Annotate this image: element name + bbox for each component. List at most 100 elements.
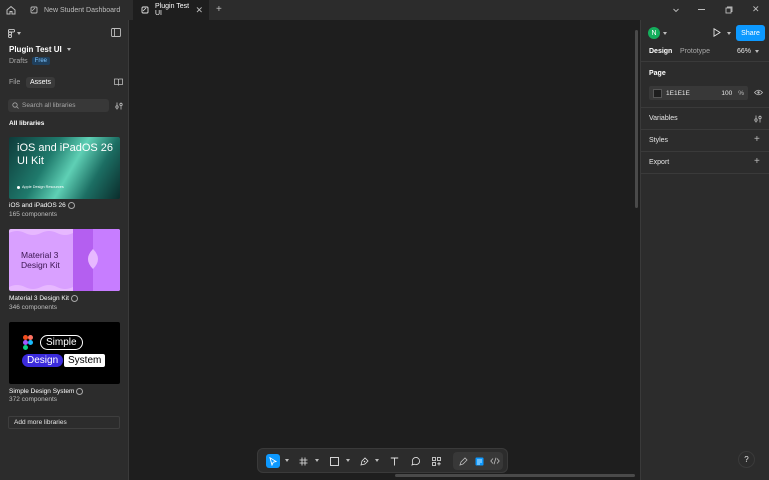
tab-plugin-test-ui[interactable]: Plugin Test UI ✕ [133, 0, 209, 20]
page-opacity-value[interactable]: 100 [721, 90, 732, 97]
divider [641, 173, 769, 174]
color-swatch[interactable] [653, 88, 662, 98]
variables-section[interactable]: Variables [649, 115, 678, 122]
actions-tool-button[interactable] [429, 454, 443, 468]
file-location: Drafts Free [9, 57, 51, 65]
frame-tool-button[interactable] [296, 454, 310, 468]
bottom-toolbar [257, 448, 508, 473]
thumbnail-caption: Apple Design Resources [22, 185, 64, 189]
eye-icon[interactable] [754, 89, 763, 96]
variables-settings-icon[interactable] [754, 115, 762, 123]
draw-mode-button[interactable] [456, 454, 470, 468]
horizontal-scrollbar[interactable] [395, 474, 635, 477]
chevron-down-icon[interactable] [663, 32, 667, 35]
zoom-level: 66% [737, 48, 752, 55]
plan-badge: Free [31, 57, 51, 65]
draw-icon [458, 456, 468, 466]
info-icon [67, 202, 75, 209]
close-tab-icon[interactable]: ✕ [195, 5, 203, 16]
file-name[interactable]: Plugin Test UI [9, 45, 71, 54]
design-mode-button[interactable] [472, 454, 486, 468]
library-title[interactable]: Material 3 Design Kit [9, 295, 78, 302]
avatar[interactable]: N [648, 27, 660, 39]
thumbnail-subtitle: Design Kit [21, 260, 60, 270]
home-icon[interactable] [5, 4, 17, 16]
search-icon [12, 102, 19, 109]
filter-icon[interactable] [115, 102, 123, 110]
library-title[interactable]: Simple Design System [9, 388, 84, 395]
library-title[interactable]: iOS and iPadOS 26 [9, 202, 75, 209]
new-tab-button[interactable]: + [216, 4, 226, 16]
library-count: 165 components [9, 211, 58, 218]
present-play-icon[interactable] [713, 28, 721, 37]
page-color-value[interactable]: 1E1E1E [666, 90, 690, 97]
tab-assets[interactable]: Assets [26, 77, 56, 88]
tab-prototype[interactable]: Prototype [680, 48, 710, 55]
drafts-label[interactable]: Drafts [9, 58, 28, 65]
restore-icon[interactable] [725, 6, 733, 14]
library-search[interactable]: Search all libraries [8, 99, 109, 112]
library-count: 346 components [9, 304, 58, 311]
library-thumbnail-ios[interactable]: iOS and iPadOS 26 UI Kit Apple Design Re… [9, 137, 120, 199]
chevron-down-icon[interactable] [315, 459, 319, 462]
thumbnail-word: Design [22, 354, 64, 367]
toggle-sidebar-icon[interactable] [111, 28, 121, 37]
close-window-icon[interactable]: ✕ [752, 4, 760, 15]
code-icon [490, 457, 500, 465]
all-libraries-heading: All libraries [9, 120, 45, 127]
cursor-icon [269, 456, 277, 466]
add-export-icon[interactable]: + [754, 156, 760, 167]
search-placeholder: Search all libraries [22, 102, 76, 109]
help-button[interactable]: ? [738, 451, 755, 468]
shape-tool-button[interactable] [327, 454, 341, 468]
pen-icon [359, 456, 369, 466]
figma-logo-icon [8, 28, 15, 38]
pen-tool-button[interactable] [357, 454, 371, 468]
dev-mode-button[interactable] [488, 454, 502, 468]
add-style-icon[interactable]: + [754, 134, 760, 145]
tab-file[interactable]: File [9, 79, 20, 86]
page-color-field[interactable]: 1E1E1E 100 % [649, 86, 748, 100]
file-name-label: Plugin Test UI [9, 45, 62, 54]
main-menu-button[interactable] [8, 28, 26, 38]
tab-new-student-dashboard[interactable]: New Student Dashboard [22, 0, 130, 20]
file-icon [141, 6, 149, 14]
vertical-scrollbar[interactable] [635, 30, 638, 208]
library-thumbnail-simple[interactable]: Simple Design System [9, 322, 120, 384]
chevron-down-icon[interactable] [375, 459, 379, 462]
tab-label: Plugin Test UI [155, 3, 190, 17]
chevron-down-icon[interactable] [285, 459, 289, 462]
minimize-icon[interactable] [698, 9, 705, 10]
chevron-down-icon[interactable] [346, 459, 350, 462]
thumbnail-subtitle: UI Kit [17, 155, 44, 167]
chevron-down-icon[interactable] [672, 6, 680, 14]
move-tool-button[interactable] [266, 454, 280, 468]
info-icon [76, 388, 84, 395]
info-icon [70, 295, 78, 302]
divider [641, 61, 769, 62]
tab-design[interactable]: Design [649, 48, 672, 55]
text-tool-button[interactable] [387, 454, 401, 468]
tab-label: New Student Dashboard [44, 6, 121, 14]
canvas[interactable] [129, 20, 640, 480]
frame-icon [299, 457, 307, 465]
chevron-down-icon[interactable] [727, 32, 731, 35]
thumbnail-title: iOS and iPadOS 26 [17, 142, 114, 154]
comment-tool-button[interactable] [408, 454, 422, 468]
export-section[interactable]: Export [649, 159, 669, 166]
styles-section[interactable]: Styles [649, 137, 668, 144]
share-button[interactable]: Share [736, 25, 765, 41]
comment-icon [410, 456, 420, 466]
right-panel: N Share Design Prototype 66% Page 1E1E1E… [640, 20, 769, 480]
share-label: Share [741, 29, 760, 37]
file-icon [30, 6, 38, 14]
library-book-icon[interactable] [114, 78, 123, 86]
chevron-down-icon [66, 48, 71, 51]
text-icon [390, 457, 398, 465]
add-libraries-button[interactable]: Add more libraries [8, 416, 120, 429]
rectangle-icon [329, 456, 339, 466]
zoom-control[interactable]: 66% [737, 48, 760, 55]
thumbnail-word: System [64, 354, 106, 367]
library-thumbnail-material[interactable]: Material 3 Design Kit [9, 229, 120, 291]
library-count: 372 components [9, 396, 58, 403]
